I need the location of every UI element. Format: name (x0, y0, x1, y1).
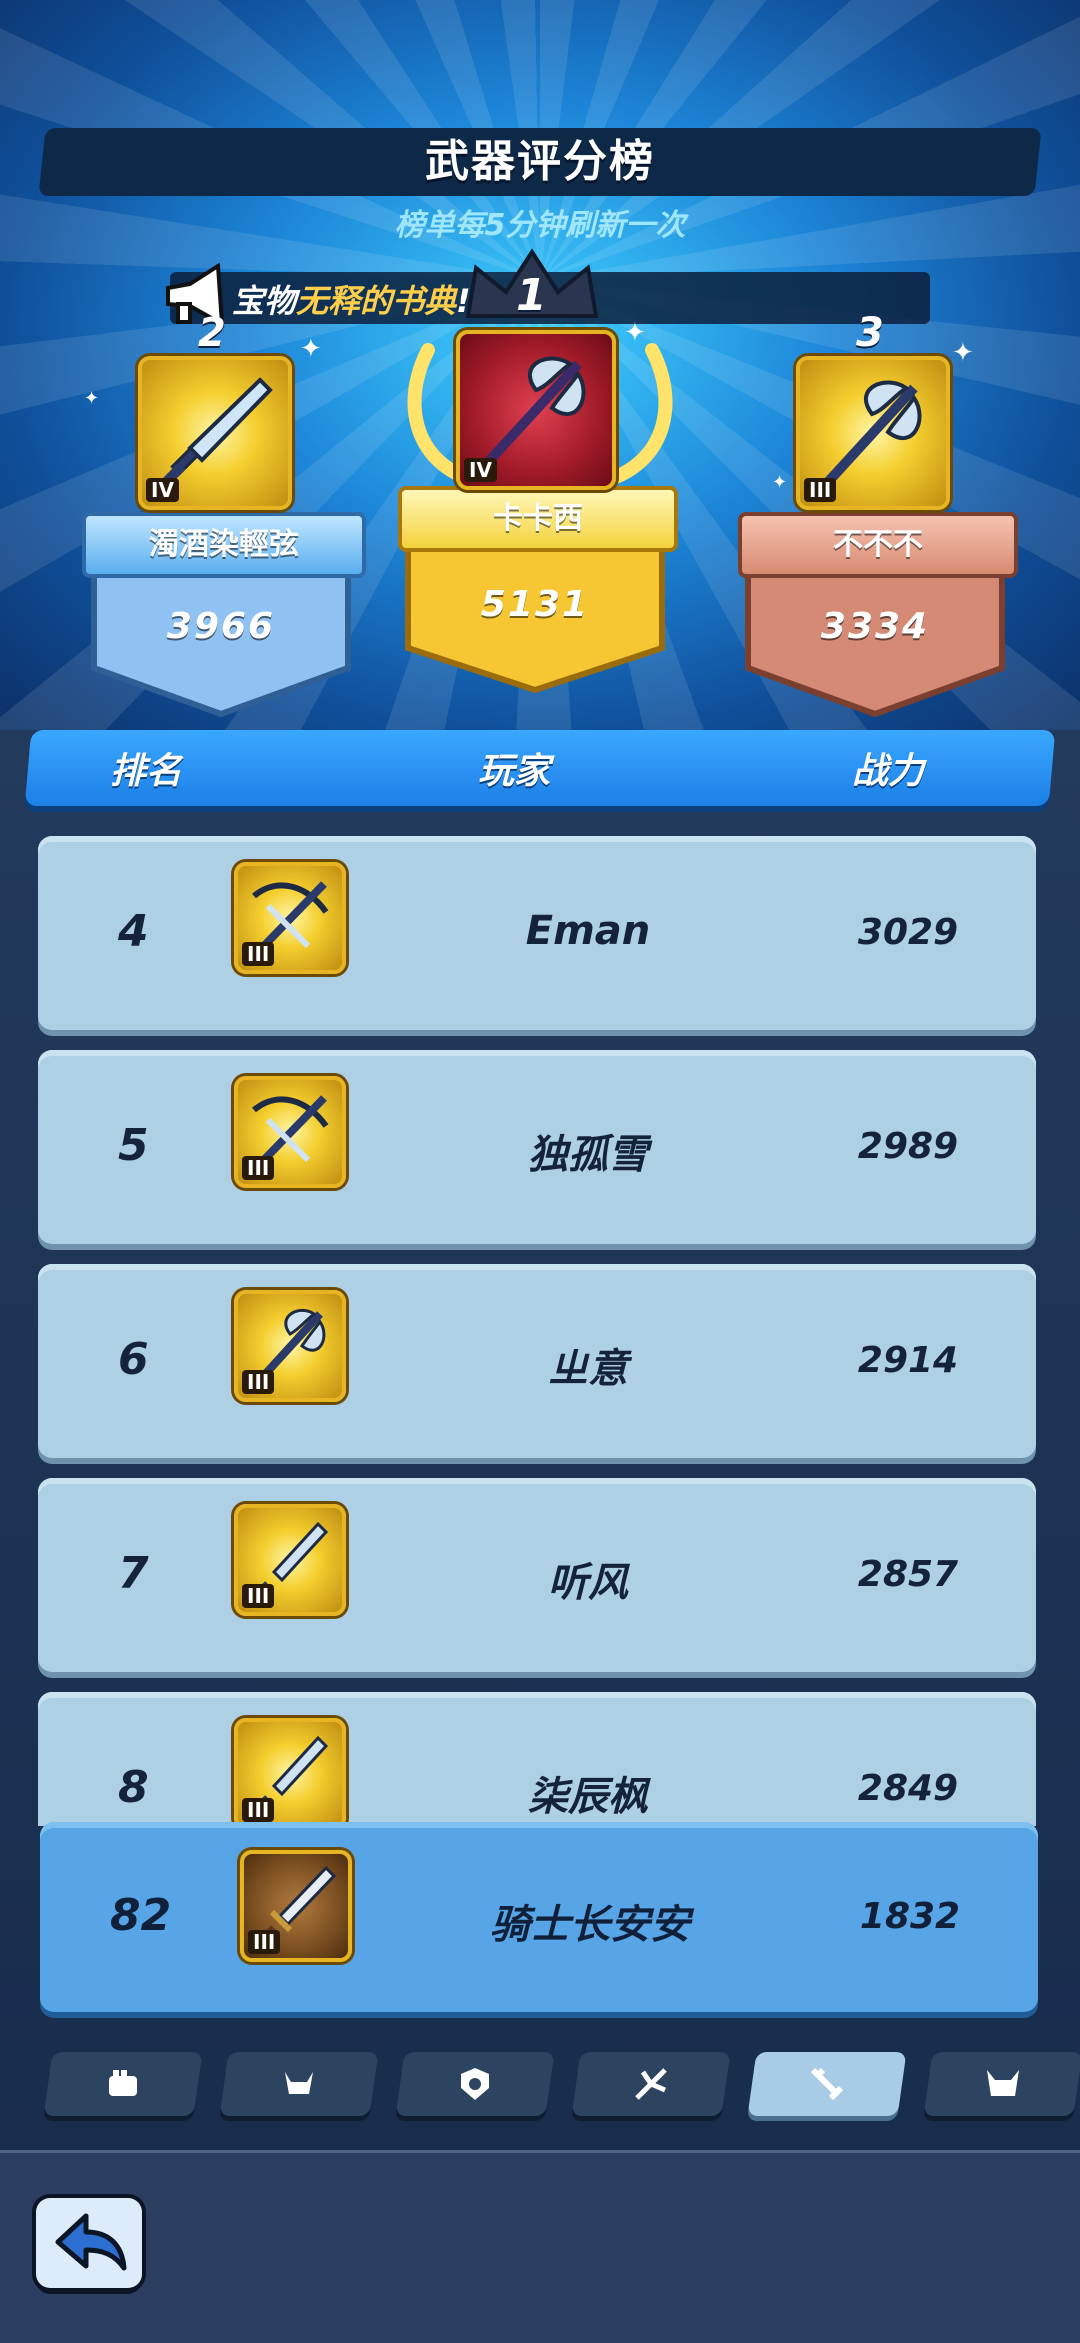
row-player-name: 听风 (548, 1560, 628, 1606)
page-title: 武器评分榜 (425, 136, 655, 187)
podium-name-1: 卡卡西 (398, 486, 678, 552)
back-button[interactable] (36, 2198, 142, 2288)
my-player-name: 骑士长安安 (490, 1902, 690, 1948)
podium-name-3: 不不不 (738, 512, 1018, 578)
tier-badge: III (242, 942, 275, 966)
tier-badge: III (242, 1370, 275, 1394)
podium-score-1: 5131 (480, 584, 590, 625)
row-power: 2989 (857, 1126, 959, 1167)
place-number-2: 2 (198, 310, 226, 356)
tab-branch[interactable] (571, 2052, 731, 2116)
category-tabs (0, 2052, 1080, 2122)
row-player-name: Eman (525, 908, 651, 954)
sparkle-icon: ✦ (952, 338, 974, 368)
tab-shield[interactable] (395, 2052, 555, 2116)
weapon-slot: III (240, 1850, 352, 1962)
sparkle-icon: ✦ (772, 472, 788, 493)
table-row[interactable]: 5 III 独孤雪 2989 (38, 1050, 1036, 1244)
row-player-name: ㄓ意 (548, 1346, 628, 1392)
sparkle-icon: ✦ (300, 334, 322, 364)
row-rank: 4 (118, 906, 149, 957)
table-row[interactable]: 7 III 听风 2857 (38, 1478, 1036, 1672)
header-rank: 排名 (110, 751, 183, 792)
announcement-text: 宝物无释的书典! (232, 276, 471, 322)
announcement-highlight: 无释的书典 (296, 282, 457, 320)
tab-horned-helmet[interactable] (923, 2052, 1080, 2116)
weapon-slot: III (234, 1504, 346, 1616)
podium-score-2: 3966 (166, 606, 276, 647)
weapon-slot: III (234, 1290, 346, 1402)
sparkle-icon: ✦ (84, 388, 100, 409)
refresh-note: 榜单每5分钟刷新一次 (394, 208, 686, 243)
row-power: 3029 (857, 912, 959, 953)
tier-badge: III (242, 1798, 275, 1822)
back-arrow-icon (55, 2213, 127, 2271)
weapon-slot: III (234, 1076, 346, 1188)
row-rank: 7 (118, 1548, 149, 1599)
tier-badge: IV (146, 478, 179, 502)
my-power: 1832 (859, 1896, 961, 1937)
tier-badge: III (242, 1156, 275, 1180)
row-rank: 6 (118, 1334, 149, 1385)
header-player: 玩家 (478, 751, 551, 792)
branch-icon (635, 2068, 667, 2100)
my-rank: 82 (110, 1890, 172, 1941)
footer-bar (0, 2150, 1080, 2343)
weapon-slot-1: IV (456, 330, 616, 490)
table-row[interactable]: 8 III 柒辰枫 2849 (38, 1692, 1036, 1826)
podium-score-3: 3334 (820, 606, 930, 647)
row-rank: 5 (118, 1120, 149, 1171)
tier-badge: III (242, 1584, 275, 1608)
weapon-slot: III (234, 1718, 346, 1826)
row-power: 2857 (857, 1554, 959, 1595)
tab-fist[interactable] (43, 2052, 203, 2116)
leaderboard-list[interactable]: 4 III Eman 3029 5 III 独孤雪 2989 6 III ㄓ意 … (0, 836, 1080, 1826)
helmet-icon (285, 2072, 313, 2094)
tier-badge: III (248, 1930, 281, 1954)
header-power: 战力 (852, 751, 925, 792)
weapon-slot: III (234, 862, 346, 974)
sword-icon (810, 2067, 844, 2101)
row-power: 2914 (857, 1340, 959, 1381)
tab-helmet[interactable] (219, 2052, 379, 2116)
tier-badge: III (804, 478, 837, 502)
shield-badge-icon (461, 2068, 489, 2100)
fist-icon (109, 2070, 137, 2096)
tier-badge: IV (464, 458, 497, 482)
place-number-3: 3 (856, 310, 884, 356)
announcement-prefix: 宝物 (232, 282, 297, 320)
table-row[interactable]: 4 III Eman 3029 (38, 836, 1036, 1030)
row-player-name: 独孤雪 (528, 1132, 648, 1178)
table-row[interactable]: 6 III ㄓ意 2914 (38, 1264, 1036, 1458)
podium-name-2: 濁酒染輕弦 (82, 512, 366, 578)
tab-sword[interactable] (747, 2052, 907, 2116)
place-number-1: 1 (516, 270, 547, 321)
weapon-slot-3: III (796, 356, 950, 510)
weapon-slot-2: IV (138, 356, 292, 510)
row-player-name: 柒辰枫 (528, 1774, 648, 1820)
row-power: 2849 (857, 1768, 959, 1809)
row-rank: 8 (118, 1762, 149, 1813)
horned-helmet-icon (987, 2070, 1019, 2096)
my-rank-row[interactable]: 82 III 骑士长安安 1832 (40, 1822, 1038, 2012)
